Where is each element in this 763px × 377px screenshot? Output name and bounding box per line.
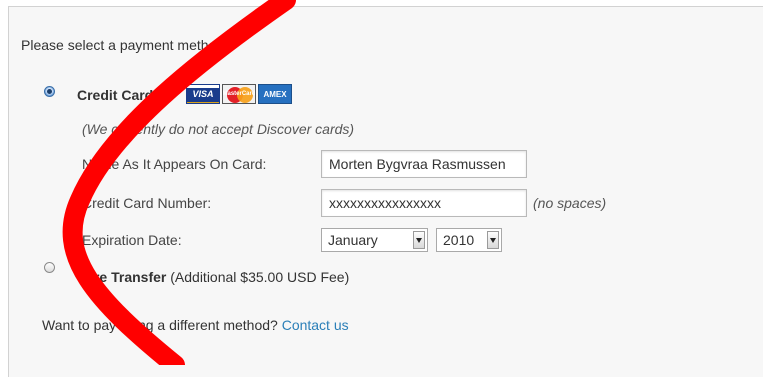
alternate-method: Want to pay using a different method? Co… xyxy=(42,317,349,333)
chevron-down-icon[interactable] xyxy=(413,231,425,249)
expiration-year-select[interactable]: 2010 xyxy=(436,228,502,252)
discover-notice: (We currently do not accept Discover car… xyxy=(82,121,355,137)
expiration-date-label: Expiration Date: xyxy=(82,232,182,248)
mastercard-card-icon: MasterCard xyxy=(222,84,256,104)
wire-transfer-option[interactable]: Wire Transfer (Additional $35.00 USD Fee… xyxy=(77,269,349,285)
expiration-year-value: 2010 xyxy=(443,232,475,248)
expiration-month-value: January xyxy=(328,232,378,248)
wire-transfer-radio[interactable] xyxy=(44,262,55,273)
wire-transfer-label: Wire Transfer xyxy=(77,269,167,285)
card-number-hint: (no spaces) xyxy=(533,195,607,211)
card-number-label: Credit Card Number: xyxy=(82,195,212,211)
chevron-down-icon[interactable] xyxy=(487,231,499,249)
visa-card-icon: VISA xyxy=(186,84,220,104)
expiration-month-select[interactable]: January xyxy=(321,228,428,252)
amex-card-icon: AMEX xyxy=(258,84,292,104)
card-number-input[interactable]: xxxxxxxxxxxxxxxx xyxy=(321,189,527,217)
cardholder-name-input[interactable]: Morten Bygvraa Rasmussen xyxy=(321,150,527,178)
accepted-cards: VISA MasterCard AMEX xyxy=(186,84,292,104)
payment-instructions: Please select a payment method. xyxy=(21,37,229,53)
contact-us-link[interactable]: Contact us xyxy=(282,317,349,333)
cardholder-name-label: Name As It Appears On Card: xyxy=(82,156,267,172)
alternate-method-text: Want to pay using a different method? xyxy=(42,317,278,333)
credit-card-radio[interactable] xyxy=(44,86,55,97)
wire-transfer-fee: (Additional $35.00 USD Fee) xyxy=(170,269,350,285)
credit-card-label[interactable]: Credit Card xyxy=(77,87,153,103)
